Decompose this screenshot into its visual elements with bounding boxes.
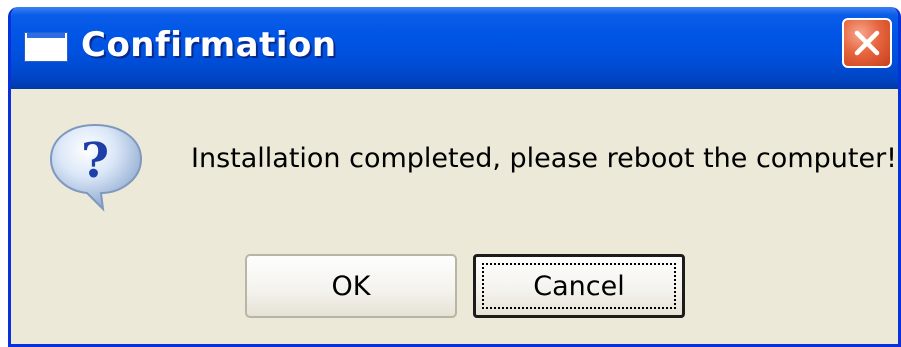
title-bar[interactable]: Confirmation (11, 7, 898, 89)
ok-button[interactable]: OK (245, 254, 457, 318)
close-icon (854, 30, 880, 56)
cancel-button-label: Cancel (533, 270, 625, 302)
ok-button-label: OK (331, 270, 371, 302)
dialog-message: Installation completed, please reboot th… (191, 143, 897, 174)
question-icon: ? (49, 123, 143, 212)
close-button[interactable] (842, 18, 892, 68)
cancel-button[interactable]: Cancel (473, 254, 685, 318)
window-icon (25, 33, 67, 61)
window-title: Confirmation (81, 25, 337, 65)
confirmation-dialog: Confirmation ? Installation completed, p… (8, 7, 901, 347)
dialog-body: ? Installation completed, please reboot … (11, 89, 898, 344)
svg-text:?: ? (81, 133, 109, 189)
